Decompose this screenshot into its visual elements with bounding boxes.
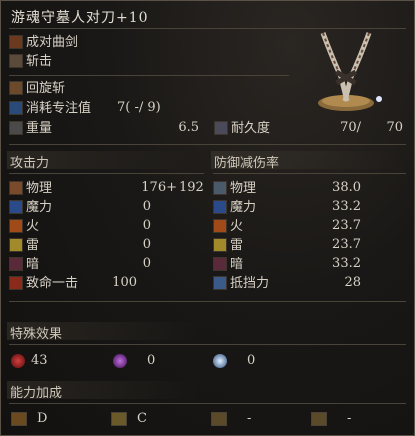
attack-dark-value: 0 — [142, 256, 151, 271]
durability-value: 70/ — [340, 120, 361, 135]
attack-fire-value: 0 — [142, 218, 151, 233]
fp-value: 7( -/ 9) — [117, 100, 161, 115]
durability-icon — [214, 120, 228, 135]
dexterity-icon — [111, 411, 127, 426]
bleed-icon — [11, 353, 25, 368]
divider — [213, 173, 406, 174]
faith-icon — [311, 411, 327, 426]
scaling-section-title: 能力加成 — [10, 386, 63, 401]
fp-label: 消耗专注值 — [26, 101, 92, 116]
slash-icon — [9, 53, 23, 68]
poison-icon — [113, 353, 127, 368]
scaling-dexterity: C — [111, 410, 147, 428]
weight-row: 重量 — [9, 120, 52, 138]
skill-row: 回旋斩 — [9, 80, 65, 98]
effect-bleed: 43 — [11, 352, 48, 370]
defense-section-title: 防御减伤率 — [214, 156, 280, 171]
dark-icon — [9, 256, 23, 271]
physical-icon — [9, 180, 23, 195]
weight-label: 重量 — [26, 121, 53, 136]
weapon-stats-panel: 游魂守墓人对刀+10 成对曲剑 斩击 回旋斩 消耗专注值 7( -/ 9) 重量… — [0, 0, 415, 436]
physical-defense-icon — [213, 180, 227, 195]
fp-row: 消耗专注值 — [9, 100, 91, 118]
defense-row-magic: 魔力 — [213, 199, 256, 217]
effect-frost: 0 — [213, 352, 255, 370]
divider — [9, 75, 289, 76]
intelligence-icon — [211, 411, 227, 426]
scaling-faith: - — [311, 410, 351, 428]
fp-icon — [9, 100, 23, 115]
lightning-defense-icon — [213, 237, 227, 252]
defense-dark-value: 33.2 — [332, 256, 361, 271]
lightning-icon — [9, 237, 23, 252]
defense-row-fire: 火 — [213, 218, 243, 236]
magic-defense-icon — [213, 199, 227, 214]
attack-row-dark: 暗 — [9, 256, 39, 274]
attack-type: 斩击 — [26, 54, 53, 69]
attack-row-physical: 物理 — [9, 180, 52, 198]
divider — [9, 344, 406, 345]
attack-row-lightning: 雷 — [9, 237, 39, 255]
defense-fire-value: 23.7 — [332, 218, 361, 233]
attack-lightning-value: 0 — [142, 237, 151, 252]
fire-icon — [9, 218, 23, 233]
divider — [9, 301, 406, 302]
attack-physical-value: 176+ — [141, 180, 177, 195]
critical-icon — [9, 275, 23, 290]
effect-poison: 0 — [113, 352, 155, 370]
defense-row-physical: 物理 — [213, 180, 256, 198]
durability-row: 耐久度 — [214, 120, 270, 138]
attack-row-critical: 致命一击 — [9, 275, 78, 293]
magic-icon — [9, 199, 23, 214]
dark-defense-icon — [213, 256, 227, 271]
defense-physical-value: 38.0 — [332, 180, 361, 195]
weapon-type-icon — [9, 34, 23, 49]
defense-stability-value: 28 — [344, 275, 361, 290]
weapon-type-row: 成对曲剑 — [9, 34, 78, 52]
divider — [9, 144, 406, 145]
weapon-image — [301, 25, 411, 125]
scaling-intelligence: - — [211, 410, 251, 428]
durability-max: 70 — [386, 120, 403, 135]
attack-magic-value: 0 — [142, 199, 151, 214]
defense-lightning-value: 23.7 — [332, 237, 361, 252]
durability-label: 耐久度 — [231, 121, 271, 136]
defense-magic-value: 33.2 — [332, 199, 361, 214]
defense-row-stability: 抵挡力 — [213, 275, 269, 293]
attack-physical-bonus: 192 — [179, 180, 204, 195]
attack-type-row: 斩击 — [9, 53, 52, 71]
weapon-title: 游魂守墓人对刀+10 — [11, 10, 149, 26]
strength-icon — [11, 411, 27, 426]
divider — [9, 173, 204, 174]
weight-value: 6.5 — [178, 120, 199, 135]
weight-icon — [9, 120, 23, 135]
scaling-strength: D — [11, 410, 47, 428]
fire-defense-icon — [213, 218, 227, 233]
frost-icon — [213, 353, 227, 368]
divider — [9, 403, 406, 404]
defense-row-dark: 暗 — [213, 256, 243, 274]
weapon-type: 成对曲剑 — [26, 35, 79, 50]
attack-section-title: 攻击力 — [10, 156, 50, 171]
attack-critical-value: 100 — [112, 275, 137, 290]
stability-icon — [213, 275, 227, 290]
defense-row-lightning: 雷 — [213, 237, 243, 255]
skill-name: 回旋斩 — [26, 81, 66, 96]
attack-row-fire: 火 — [9, 218, 39, 236]
attack-row-magic: 魔力 — [9, 199, 52, 217]
skill-icon — [9, 80, 23, 95]
special-section-title: 特殊效果 — [10, 327, 63, 342]
